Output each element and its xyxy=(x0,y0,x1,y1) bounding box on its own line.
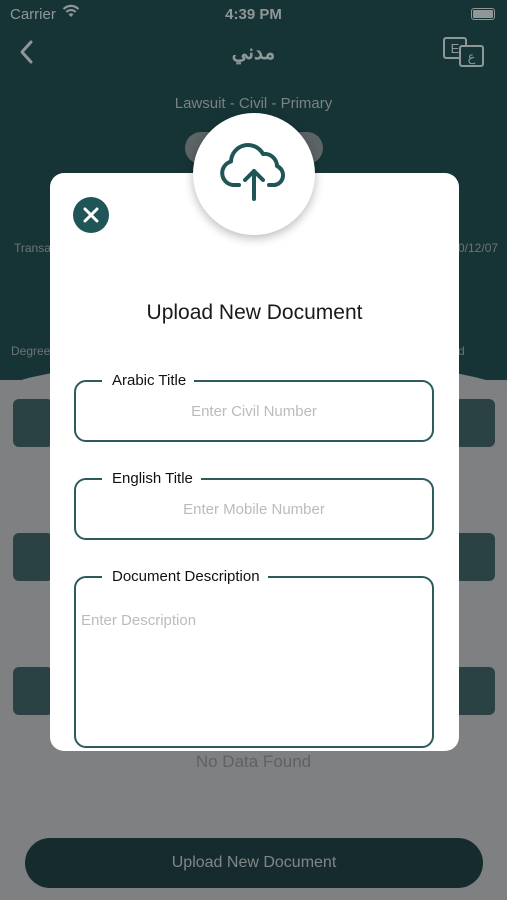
list-item[interactable] xyxy=(454,399,495,447)
arabic-title-field[interactable]: Arabic Title xyxy=(74,371,434,442)
page-title: مدني xyxy=(231,42,276,64)
upload-icon-badge xyxy=(193,113,315,235)
battery-icon xyxy=(471,8,495,20)
list-item[interactable] xyxy=(13,533,53,581)
arabic-title-input[interactable] xyxy=(86,396,422,426)
svg-text:E: E xyxy=(451,41,460,56)
modal-title: Upload New Document xyxy=(146,301,363,324)
language-toggle-button[interactable]: E ع xyxy=(442,36,486,70)
case-field-label: Transa xyxy=(14,241,51,255)
status-time: 4:39 PM xyxy=(225,6,282,23)
close-button[interactable] xyxy=(73,197,109,233)
description-field[interactable]: Document Description xyxy=(74,567,434,748)
upload-document-button[interactable]: Upload New Document xyxy=(25,838,483,888)
list-item[interactable] xyxy=(13,399,53,447)
cloud-upload-icon xyxy=(220,143,286,201)
close-icon xyxy=(83,207,99,223)
empty-state-text: No Data Found xyxy=(195,752,312,771)
english-title-field[interactable]: English Title xyxy=(74,469,434,540)
list-item[interactable] xyxy=(454,667,495,715)
status-bar: Carrier 4:39 PM xyxy=(0,0,507,28)
case-field-value: d xyxy=(458,344,465,358)
description-input[interactable] xyxy=(81,612,424,738)
english-title-input[interactable] xyxy=(86,494,422,524)
arabic-title-label: Arabic Title xyxy=(102,371,195,391)
description-label: Document Description xyxy=(102,567,268,587)
english-title-label: English Title xyxy=(102,469,201,489)
upload-document-modal: Upload New Document Arabic Title English… xyxy=(50,173,459,751)
language-toggle-icon: E ع xyxy=(443,37,484,67)
list-item[interactable] xyxy=(13,667,53,715)
list-item[interactable] xyxy=(454,533,495,581)
case-field-label: Degree xyxy=(11,344,51,358)
case-field-value: 0/12/07 xyxy=(458,241,499,255)
svg-text:ع: ع xyxy=(468,49,476,65)
case-subtitle: Lawsuit - Civil - Primary xyxy=(174,95,333,112)
